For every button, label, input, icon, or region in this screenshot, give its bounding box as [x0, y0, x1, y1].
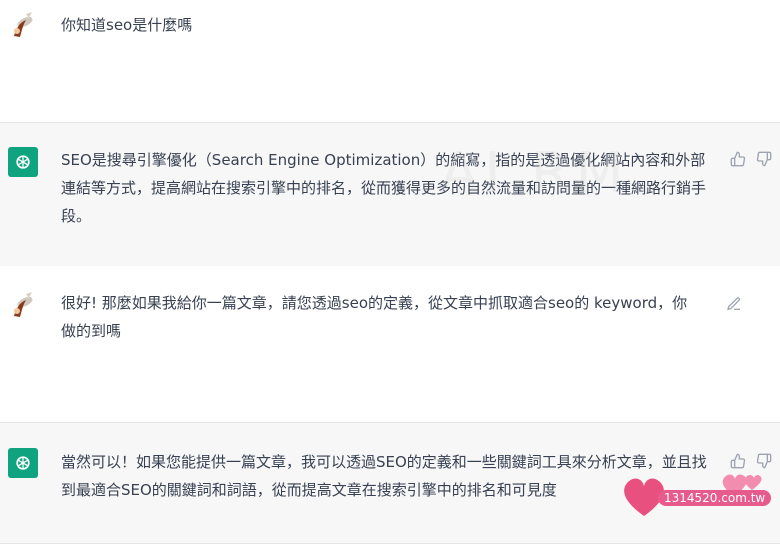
openai-logo-icon	[16, 456, 30, 470]
user-message-text: 很好! 那麼如果我給你一篇文章，請您透過seo的定義，從文章中抓取適合seo的 …	[61, 294, 688, 340]
chatgpt-avatar	[8, 448, 38, 478]
message-user-2: 很好! 那麼如果我給你一篇文章，請您透過seo的定義，從文章中抓取適合seo的 …	[0, 266, 780, 422]
message-assistant-1: SEO是搜尋引擎優化（Search Engine Optimization）的縮…	[0, 122, 780, 268]
assistant-message-text: 當然可以！如果您能提供一篇文章，我可以透過SEO的定義和一些關鍵詞工具來分析文章…	[61, 453, 707, 499]
edit-icon[interactable]	[726, 296, 742, 312]
watermark: AI RM	[440, 141, 630, 206]
user-avatar	[8, 290, 38, 320]
thumbs-down-icon[interactable]	[756, 151, 772, 167]
site-logo: 1314520.com.tw	[614, 466, 774, 526]
message-user-1: 你知道seo是什麼嗎	[0, 0, 780, 122]
chatgpt-avatar	[8, 147, 38, 177]
openai-logo-icon	[16, 155, 30, 169]
user-message-text: 你知道seo是什麼嗎	[61, 16, 193, 34]
edit-actions	[726, 296, 742, 312]
logo-text: 1314520.com.tw	[658, 490, 772, 506]
thumbs-up-icon[interactable]	[730, 151, 746, 167]
user-avatar	[8, 10, 38, 40]
feedback-actions	[730, 151, 772, 167]
